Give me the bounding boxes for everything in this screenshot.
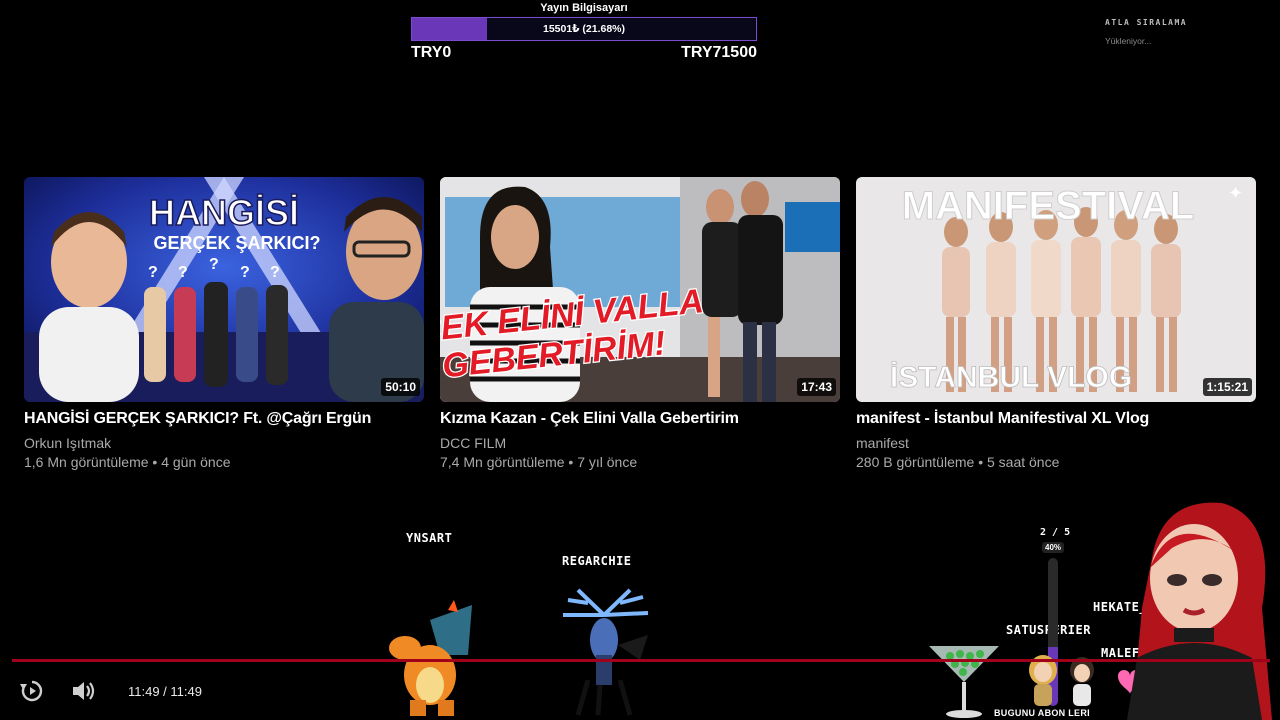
volume-icon[interactable] bbox=[71, 680, 97, 702]
svg-text:✦: ✦ bbox=[1228, 183, 1243, 204]
viewer-name-regarchie: REGARCHIE bbox=[562, 554, 632, 568]
video-title[interactable]: manifest - İstanbul Manifestival XL Vlog bbox=[856, 410, 1256, 428]
streamer-avatar bbox=[1127, 502, 1272, 720]
video-title[interactable]: HANGİSİ GERÇEK ŞARKICI? Ft. @Çağrı Ergün bbox=[24, 410, 424, 428]
thumbnail-image: MANIFESTIVAL ✦ İSTANBUL VLOG bbox=[856, 177, 1256, 402]
svg-text:?: ? bbox=[240, 264, 250, 281]
video-card[interactable]: ????? HANGİSİ GERÇEK ŞARKICI? 50:10 HANG… bbox=[24, 177, 424, 470]
goal-min-label: TRY0 bbox=[411, 44, 452, 61]
goal-title: Yayın Bilgisayarı bbox=[540, 2, 628, 14]
svg-text:?: ? bbox=[148, 264, 158, 281]
skip-queue-status: Yükleniyor... bbox=[1105, 36, 1152, 46]
cocktail-glass-icon bbox=[929, 646, 999, 718]
video-card[interactable]: ÇEK ELİNİ VALLA GEBERTİRİM! 17:43 Kızma … bbox=[440, 177, 840, 470]
sub-goal-label: BUGUNU ABON LERI bbox=[994, 708, 1090, 718]
viewer-name-ynsart: YNSART bbox=[406, 531, 453, 545]
video-channel[interactable]: Orkun Işıtmak bbox=[24, 435, 424, 451]
goal-progress-text: 15501₺ (21.68%) bbox=[542, 23, 626, 35]
video-progress-bar[interactable] bbox=[12, 659, 1270, 662]
svg-text:?: ? bbox=[209, 256, 219, 273]
sub-goal-percent: 40% bbox=[1042, 542, 1065, 553]
donation-goal: Yayın Bilgisayarı 15501₺ (21.68%) TRY0 T… bbox=[411, 0, 757, 62]
video-channel[interactable]: manifest bbox=[856, 435, 1256, 451]
svg-text:?: ? bbox=[270, 264, 280, 281]
video-meta: 7,4 Mn görüntüleme • 7 yıl önce bbox=[440, 454, 638, 470]
goal-progress-bar: 15501₺ (21.68%) bbox=[411, 17, 757, 41]
thumbnail-text: İSTANBUL VLOG bbox=[890, 361, 1132, 394]
video-meta: 1,6 Mn görüntüleme • 4 gün önce bbox=[24, 454, 231, 470]
video-meta: 280 B görüntüleme • 5 saat önce bbox=[856, 454, 1060, 470]
video-channel[interactable]: DCC FILM bbox=[440, 435, 840, 451]
video-thumbnail[interactable]: ????? HANGİSİ GERÇEK ŞARKICI? 50:10 bbox=[24, 177, 424, 402]
thumbnail-text: HANGİSİ bbox=[149, 192, 299, 233]
video-thumbnail[interactable]: MANIFESTIVAL ✦ İSTANBUL VLOG 1:15:21 bbox=[856, 177, 1256, 402]
video-title[interactable]: Kızma Kazan - Çek Elini Valla Gebertirim bbox=[440, 410, 840, 428]
suggested-videos: ????? HANGİSİ GERÇEK ŞARKICI? 50:10 HANG… bbox=[24, 177, 1256, 470]
chibi-avatar-sprite bbox=[1029, 655, 1057, 706]
video-duration: 50:10 bbox=[381, 378, 420, 396]
svg-text:?: ? bbox=[178, 264, 188, 281]
sub-goal-count: 2 / 5 bbox=[1040, 527, 1071, 538]
thumbnail-image: ÇEK ELİNİ VALLA GEBERTİRİM! bbox=[440, 177, 840, 402]
video-duration: 1:15:21 bbox=[1202, 378, 1252, 396]
video-duration: 17:43 bbox=[797, 378, 836, 396]
video-thumbnail[interactable]: ÇEK ELİNİ VALLA GEBERTİRİM! 17:43 bbox=[440, 177, 840, 402]
skip-queue-title: ATLA SIRALAMA bbox=[1105, 18, 1188, 27]
thumbnail-image: ????? HANGİSİ GERÇEK ŞARKICI? bbox=[24, 177, 424, 402]
replay-icon[interactable] bbox=[19, 679, 45, 703]
video-card[interactable]: MANIFESTIVAL ✦ İSTANBUL VLOG 1:15:21 man… bbox=[856, 177, 1256, 470]
playback-time: 11:49 / 11:49 bbox=[128, 684, 202, 699]
thumbnail-text: GERÇEK ŞARKICI? bbox=[153, 233, 320, 253]
skip-queue-widget: ATLA SIRALAMA Yükleniyor... bbox=[1105, 18, 1187, 46]
xerneas-sprite bbox=[563, 588, 649, 716]
goal-max-label: TRY71500 bbox=[681, 44, 757, 61]
thumbnail-text: MANIFESTIVAL bbox=[902, 184, 1195, 228]
chibi-avatar-sprite bbox=[1070, 657, 1094, 706]
